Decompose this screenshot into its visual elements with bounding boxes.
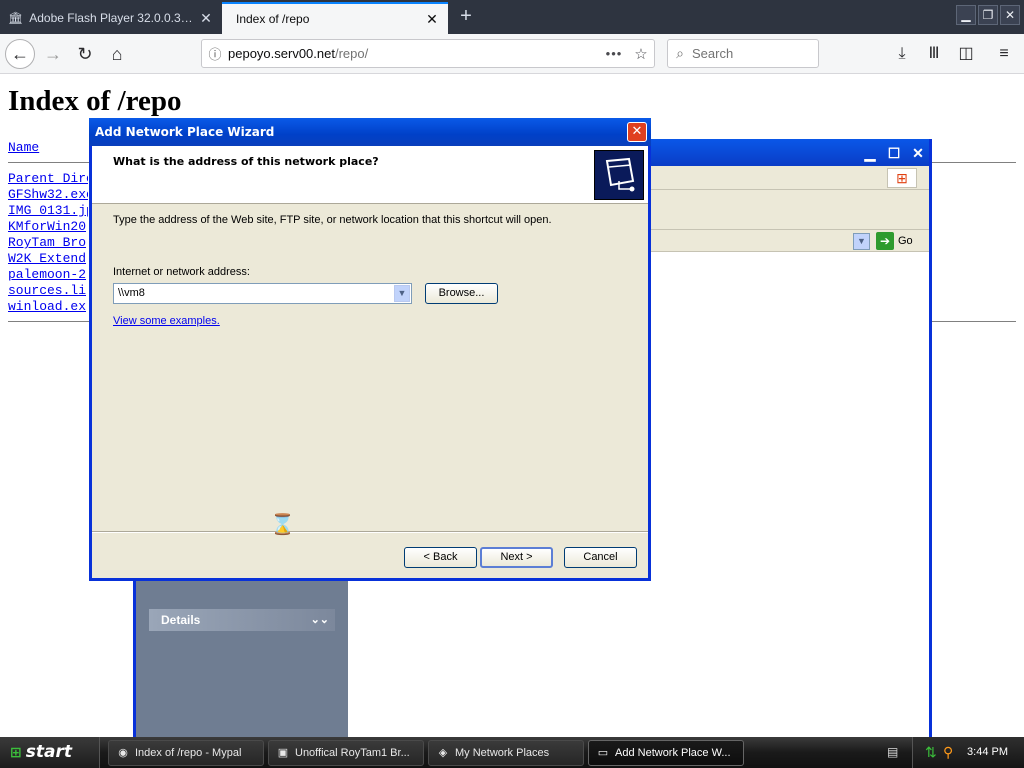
add-network-place-wizard: Add Network Place Wizard ✕ What is the a… (89, 118, 651, 581)
url-path: /repo/ (334, 46, 369, 61)
back-button[interactable]: ← (5, 39, 35, 69)
maximize-icon[interactable]: ☐ (884, 144, 904, 164)
search-input[interactable]: ⌕ Search (667, 39, 819, 68)
divider (92, 531, 648, 533)
system-tray: ⇅ ⚲ 3:44 PM (912, 737, 1024, 768)
name-column-link[interactable]: Name (8, 140, 39, 155)
new-tab-button[interactable]: + (454, 5, 478, 29)
navigation-bar: ← → ↻ ⌂ ⓘ pepoyo.serv00.net /repo/ ••• ☆… (0, 34, 1024, 74)
network-folder-icon (594, 150, 644, 200)
taskbar-item-label: Unoffical RoyTam1 Br... (295, 747, 410, 759)
search-tray-icon[interactable]: ⚲ (943, 744, 953, 761)
file-link[interactable]: sources.li (8, 283, 88, 299)
taskbar: ⊞ start ◉ Index of /repo - Mypal ▣ Unoffica… (0, 737, 1024, 768)
tab-strip: 🏛 Adobe Flash Player 32.0.0.371 – ✕ Inde… (0, 0, 1024, 34)
page-actions-icon[interactable]: ••• (600, 46, 628, 61)
cancel-button[interactable]: Cancel (564, 547, 637, 568)
network-address-value: \\vm8 (118, 287, 145, 299)
windows-flag-icon: ⊞ (10, 745, 22, 761)
hourglass-cursor-icon: ⌛ (270, 514, 295, 536)
go-arrow-icon: ➔ (876, 232, 894, 250)
file-link[interactable]: KMforWin20 (8, 219, 88, 235)
sidebar-icon[interactable]: ◫ (952, 39, 980, 69)
go-label: Go (898, 235, 913, 247)
search-icon: ⌕ (676, 45, 684, 61)
file-link[interactable]: W2K Extend (8, 251, 88, 267)
close-icon[interactable]: ✕ (424, 11, 440, 28)
wizard-title-bar[interactable]: Add Network Place Wizard ✕ (89, 118, 651, 146)
console-icon: ▣ (277, 747, 289, 759)
wizard-title: Add Network Place Wizard (95, 125, 275, 139)
download-icon[interactable]: ⤓ (888, 39, 916, 69)
bookmark-star-icon[interactable]: ☆ (628, 45, 654, 63)
wizard-question: What is the address of this network plac… (113, 155, 379, 168)
windows-logo-icon: ⊞ (887, 168, 917, 188)
taskbar-item-label: My Network Places (455, 747, 550, 759)
taskbar-item-label: Index of /repo - Mypal (135, 747, 242, 759)
file-list: Parent Directory GFShw32.exe IMG_0131.jp… (8, 171, 88, 315)
file-link[interactable]: RoyTam Bro (8, 235, 88, 251)
details-label: Details (161, 613, 201, 627)
window-icon: ▭ (597, 747, 609, 759)
taskbar-item-network-places[interactable]: ◈ My Network Places (428, 740, 584, 766)
reload-button[interactable]: ↻ (70, 39, 100, 69)
library-icon[interactable]: Ⅲ (920, 39, 948, 69)
clock: 3:44 PM (967, 746, 1008, 758)
minimize-button[interactable]: ▁ (956, 5, 976, 25)
museum-icon: 🏛 (8, 11, 24, 25)
network-address-input[interactable]: \\vm8 ▼ (113, 283, 412, 304)
back-button[interactable]: < Back (404, 547, 477, 568)
tab-flash-player[interactable]: 🏛 Adobe Flash Player 32.0.0.371 – ✕ (0, 2, 222, 34)
file-link[interactable]: palemoon-2 (8, 267, 88, 283)
search-placeholder: Search (692, 46, 734, 61)
page-title: Index of /repo (8, 85, 182, 117)
taskbar-item-label: Add Network Place W... (615, 747, 731, 759)
tab-index-of-repo[interactable]: Index of /repo ✕ (222, 2, 448, 34)
url-host: pepoyo.serv00.net (228, 46, 335, 61)
taskbar-item-mypal[interactable]: ◉ Index of /repo - Mypal (108, 740, 264, 766)
chevron-down-icon[interactable]: ▼ (853, 233, 870, 250)
close-icon[interactable]: ✕ (908, 144, 928, 164)
browser-icon: ◉ (118, 747, 128, 759)
taskbar-item-wizard[interactable]: ▭ Add Network Place W... (588, 740, 744, 766)
start-label: start (25, 742, 72, 762)
menu-icon[interactable]: ≡ (990, 39, 1018, 69)
network-tray-icon[interactable]: ⇅ (925, 744, 937, 761)
minimize-icon[interactable]: ▁ (860, 144, 880, 164)
taskbar-item-console[interactable]: ▣ Unoffical RoyTam1 Br... (268, 740, 424, 766)
restore-button[interactable]: ❐ (978, 5, 998, 25)
home-button[interactable]: ⌂ (102, 39, 132, 69)
wizard-header: What is the address of this network plac… (92, 146, 648, 204)
forward-button[interactable]: → (38, 39, 68, 69)
view-examples-link[interactable]: View some examples. (113, 315, 220, 327)
file-link[interactable]: IMG_0131.jpg (8, 203, 88, 219)
go-button[interactable]: ➔ Go (876, 232, 913, 250)
double-chevron-down-icon[interactable]: ⌄⌄ (311, 609, 329, 631)
file-link[interactable]: Parent Directory (8, 171, 88, 187)
tab-title: Adobe Flash Player 32.0.0.371 – (29, 11, 198, 25)
url-bar[interactable]: ⓘ pepoyo.serv00.net /repo/ ••• ☆ (201, 39, 655, 68)
details-panel-header[interactable]: Details ⌄⌄ (149, 609, 335, 631)
start-button[interactable]: ⊞ start (0, 737, 100, 768)
close-icon[interactable]: ✕ (198, 10, 214, 27)
browse-button[interactable]: Browse... (425, 283, 498, 304)
tab-title: Index of /repo (236, 12, 310, 26)
network-places-icon: ◈ (438, 747, 448, 759)
chevron-down-icon[interactable]: ▼ (394, 285, 410, 302)
wizard-instruction: Type the address of the Web site, FTP si… (113, 214, 552, 226)
keyboard-icon[interactable]: ▤ (887, 745, 898, 759)
close-window-button[interactable]: ✕ (1000, 5, 1020, 25)
file-link[interactable]: winload.ex (8, 299, 88, 315)
close-icon[interactable]: ✕ (627, 122, 647, 142)
info-icon[interactable]: ⓘ (202, 44, 228, 63)
next-button[interactable]: Next > (480, 547, 553, 568)
file-link[interactable]: GFShw32.exe (8, 187, 88, 203)
address-label: Internet or network address: (113, 266, 250, 278)
